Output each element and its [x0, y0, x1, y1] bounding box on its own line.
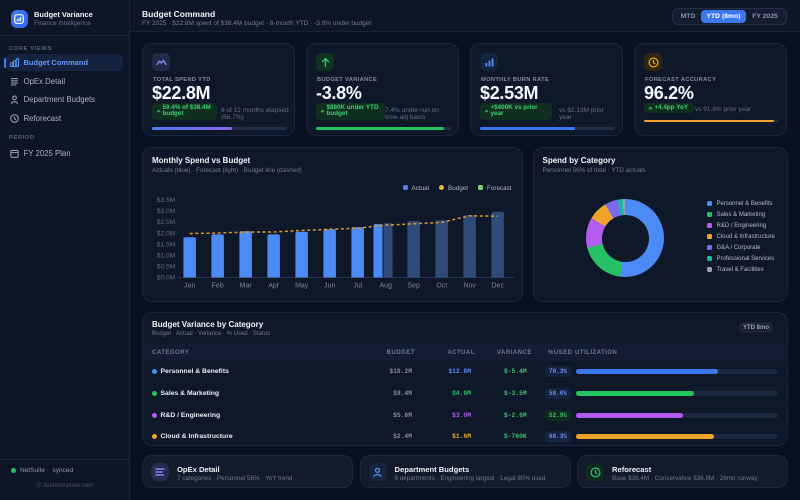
svg-text:Dec: Dec [491, 282, 504, 289]
svg-text:Jun: Jun [324, 282, 335, 289]
svg-text:$2.0M: $2.0M [157, 230, 175, 237]
svg-text:$1.0M: $1.0M [157, 252, 175, 259]
svg-text:Feb: Feb [212, 282, 224, 289]
svg-text:May: May [295, 282, 309, 289]
svg-text:Mar: Mar [240, 282, 253, 289]
svg-text:$0.0M: $0.0M [157, 274, 175, 281]
svg-text:Aug: Aug [379, 282, 392, 289]
svg-text:$2.5M: $2.5M [157, 219, 175, 226]
svg-text:Sep: Sep [407, 282, 420, 289]
svg-text:$1.5M: $1.5M [157, 241, 175, 248]
svg-text:Jan: Jan [184, 282, 195, 289]
svg-text:$0.5M: $0.5M [157, 263, 175, 270]
svg-text:Oct: Oct [436, 282, 447, 289]
svg-text:$3.5M: $3.5M [157, 197, 175, 204]
svg-text:Apr: Apr [268, 282, 280, 289]
svg-text:Jul: Jul [353, 282, 362, 289]
svg-text:Nov: Nov [463, 282, 476, 289]
svg-text:$3.0M: $3.0M [157, 208, 175, 215]
